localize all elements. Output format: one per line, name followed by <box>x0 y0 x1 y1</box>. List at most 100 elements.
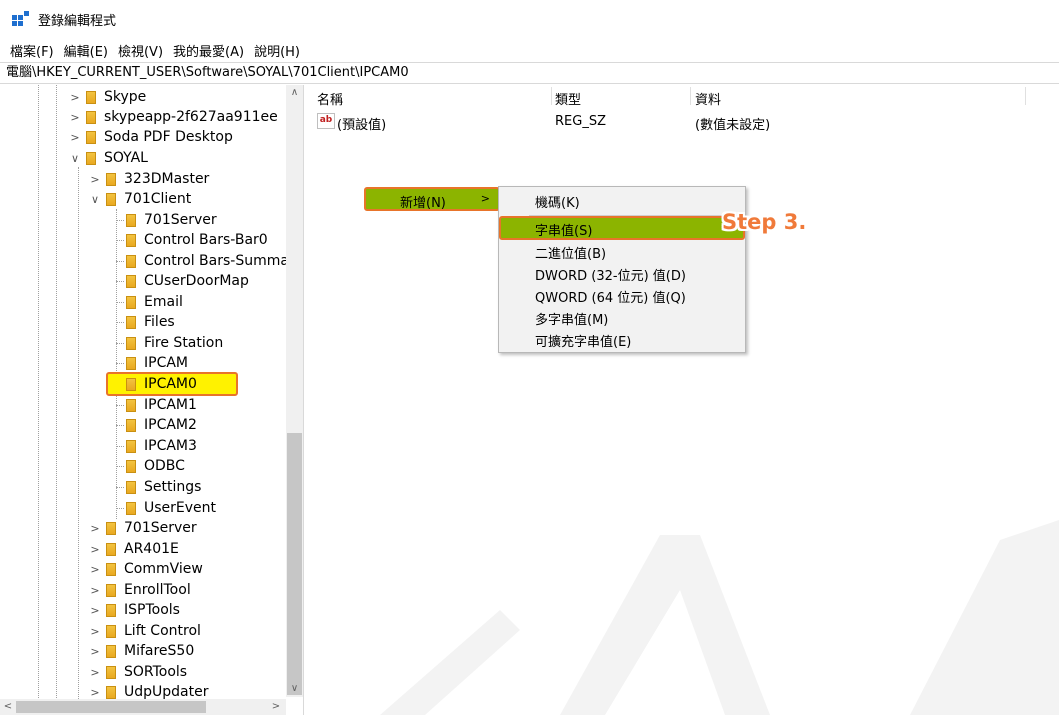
tree-item-cuserdoormap[interactable]: CUserDoorMap <box>126 271 249 291</box>
tree-item-skypeapp[interactable]: > skypeapp-2f627aa911ee <box>68 107 277 127</box>
column-header-type[interactable]: 類型 <box>555 89 581 108</box>
tree-vertical-scrollbar[interactable]: ∧ ∨ <box>286 85 303 697</box>
tree-item-ipcam2[interactable]: IPCAM2 <box>126 415 197 435</box>
tree-item-fire-station[interactable]: Fire Station <box>126 333 223 353</box>
folder-icon <box>126 377 136 391</box>
scroll-up-icon[interactable]: ∧ <box>286 85 303 101</box>
chevron-right-icon[interactable]: > <box>68 111 82 124</box>
chevron-right-icon[interactable]: > <box>88 666 102 679</box>
submenu-expandable-string-value[interactable]: 可擴充字串值(E) <box>499 328 745 350</box>
chevron-right-icon[interactable]: > <box>88 604 102 617</box>
folder-icon <box>106 685 116 699</box>
folder-icon <box>106 644 116 658</box>
folder-icon <box>86 90 96 104</box>
chevron-down-icon[interactable]: ∨ <box>88 193 102 206</box>
menu-edit[interactable]: 編輯(E) <box>64 41 108 60</box>
chevron-right-icon[interactable]: > <box>88 522 102 535</box>
folder-icon <box>126 398 136 412</box>
tree-item-odbc[interactable]: ODBC <box>126 456 185 476</box>
menu-bar: 檔案(F) 編輯(E) 檢視(V) 我的最愛(A) 說明(H) <box>0 38 1059 62</box>
folder-icon <box>106 603 116 617</box>
folder-icon <box>126 315 136 329</box>
new-submenu: 機碼(K) 字串值(S) 二進位值(B) DWORD (32-位元) 值(D) … <box>498 186 746 353</box>
tree-item-lift-control[interactable]: > Lift Control <box>88 621 201 641</box>
menu-help[interactable]: 說明(H) <box>254 41 300 60</box>
folder-icon <box>106 172 116 186</box>
tree-item-323dmaster[interactable]: >323DMaster <box>88 169 209 189</box>
submenu-binary-value[interactable]: 二進位值(B) <box>499 240 745 262</box>
folder-icon <box>126 418 136 432</box>
tree-item-ipcam0[interactable]: IPCAM0 <box>106 372 238 396</box>
submenu-string-value[interactable]: 字串值(S) <box>499 216 745 240</box>
value-type: REG_SZ <box>555 114 606 129</box>
chevron-right-icon[interactable]: > <box>88 563 102 576</box>
tree-item-ipcam[interactable]: IPCAM <box>126 353 188 373</box>
scroll-thumb[interactable] <box>287 433 302 695</box>
menu-view[interactable]: 檢視(V) <box>118 41 163 60</box>
tree-item-mifares50[interactable]: > MifareS50 <box>88 641 194 661</box>
scroll-thumb-horizontal[interactable] <box>16 701 206 713</box>
submenu-dword-value[interactable]: DWORD (32-位元) 值(D) <box>499 262 745 284</box>
tree-item-skype[interactable]: > Skype <box>68 87 146 107</box>
chevron-right-icon[interactable]: > <box>68 131 82 144</box>
tree-horizontal-scrollbar[interactable]: < > <box>0 699 286 715</box>
folder-icon <box>86 130 96 144</box>
chevron-right-icon: > <box>480 192 490 205</box>
menu-favorites[interactable]: 我的最愛(A) <box>173 41 244 60</box>
tree-item-files[interactable]: Files <box>126 312 175 332</box>
key-tree: > Skype > skypeapp-2f627aa911ee > Soda PDF … <box>0 85 304 715</box>
tree-item-control-bars-summary[interactable]: Control Bars-Summar <box>126 251 295 271</box>
address-bar[interactable]: 電腦\HKEY_CURRENT_USER\Software\SOYAL\701C… <box>0 62 1059 84</box>
tree-item-ar401e[interactable]: > AR401E <box>88 539 178 559</box>
chevron-right-icon[interactable]: > <box>88 645 102 658</box>
submenu-multi-string-value[interactable]: 多字串值(M) <box>499 306 745 328</box>
folder-icon <box>106 624 116 638</box>
tree-item-701client[interactable]: ∨ 701Client <box>88 189 191 209</box>
tree-item-sortools[interactable]: > SORTools <box>88 662 187 682</box>
submenu-key[interactable]: 機碼(K) <box>499 189 745 211</box>
tree-item-701server[interactable]: >701Server <box>88 518 196 538</box>
tree-item-userevent[interactable]: UserEvent <box>126 498 216 518</box>
scroll-right-icon[interactable]: > <box>268 699 284 715</box>
column-header-name[interactable]: 名稱 <box>317 89 343 108</box>
folder-icon <box>126 254 136 268</box>
folder-icon <box>126 295 136 309</box>
tree-item-ipcam1[interactable]: IPCAM1 <box>126 395 197 415</box>
folder-icon <box>106 542 116 556</box>
tree-item-soda-pdf[interactable]: > Soda PDF Desktop <box>68 127 232 147</box>
string-value-icon: ab <box>317 113 335 129</box>
chevron-right-icon[interactable]: > <box>88 686 102 699</box>
tree-item-control-bars-bar0[interactable]: Control Bars-Bar0 <box>126 230 268 250</box>
tree-item-email[interactable]: Email <box>126 292 183 312</box>
scroll-left-icon[interactable]: < <box>0 699 16 715</box>
scroll-down-icon[interactable]: ∨ <box>286 681 303 697</box>
tree-item-enrolltool[interactable]: > EnrollTool <box>88 580 190 600</box>
folder-icon <box>86 151 96 165</box>
tree-item-commview[interactable]: > CommView <box>88 559 202 579</box>
submenu-qword-value[interactable]: QWORD (64 位元) 值(Q) <box>499 284 745 306</box>
folder-icon <box>106 583 116 597</box>
tree-item-701server-child[interactable]: 701Server <box>126 210 217 230</box>
tree-item-ipcam3[interactable]: IPCAM3 <box>126 436 197 456</box>
value-row[interactable]: ab (預設值) REG_SZ (數值未設定) <box>305 112 1045 133</box>
chevron-right-icon[interactable]: > <box>88 173 102 186</box>
folder-icon <box>126 356 136 370</box>
value-name: (預設值) <box>337 118 387 133</box>
tree-item-isptools[interactable]: > ISPTools <box>88 600 180 620</box>
chevron-right-icon[interactable]: > <box>88 584 102 597</box>
tree-item-soyal[interactable]: ∨ SOYAL <box>68 148 148 168</box>
folder-icon <box>126 501 136 515</box>
tree-item-settings[interactable]: Settings <box>126 477 201 497</box>
column-header-data[interactable]: 資料 <box>695 89 721 108</box>
menu-file[interactable]: 檔案(F) <box>10 41 54 60</box>
folder-icon <box>106 192 116 206</box>
chevron-right-icon[interactable]: > <box>88 543 102 556</box>
values-list: 名稱 類型 資料 ab (預設值) REG_SZ (數值未設定) <box>305 85 1059 715</box>
folder-icon <box>126 459 136 473</box>
chevron-right-icon[interactable]: > <box>88 625 102 638</box>
chevron-right-icon[interactable]: > <box>68 91 82 104</box>
chevron-down-icon[interactable]: ∨ <box>68 152 82 165</box>
context-menu-new[interactable]: 新增(N) > <box>364 187 500 211</box>
folder-icon <box>126 439 136 453</box>
folder-icon <box>126 336 136 350</box>
